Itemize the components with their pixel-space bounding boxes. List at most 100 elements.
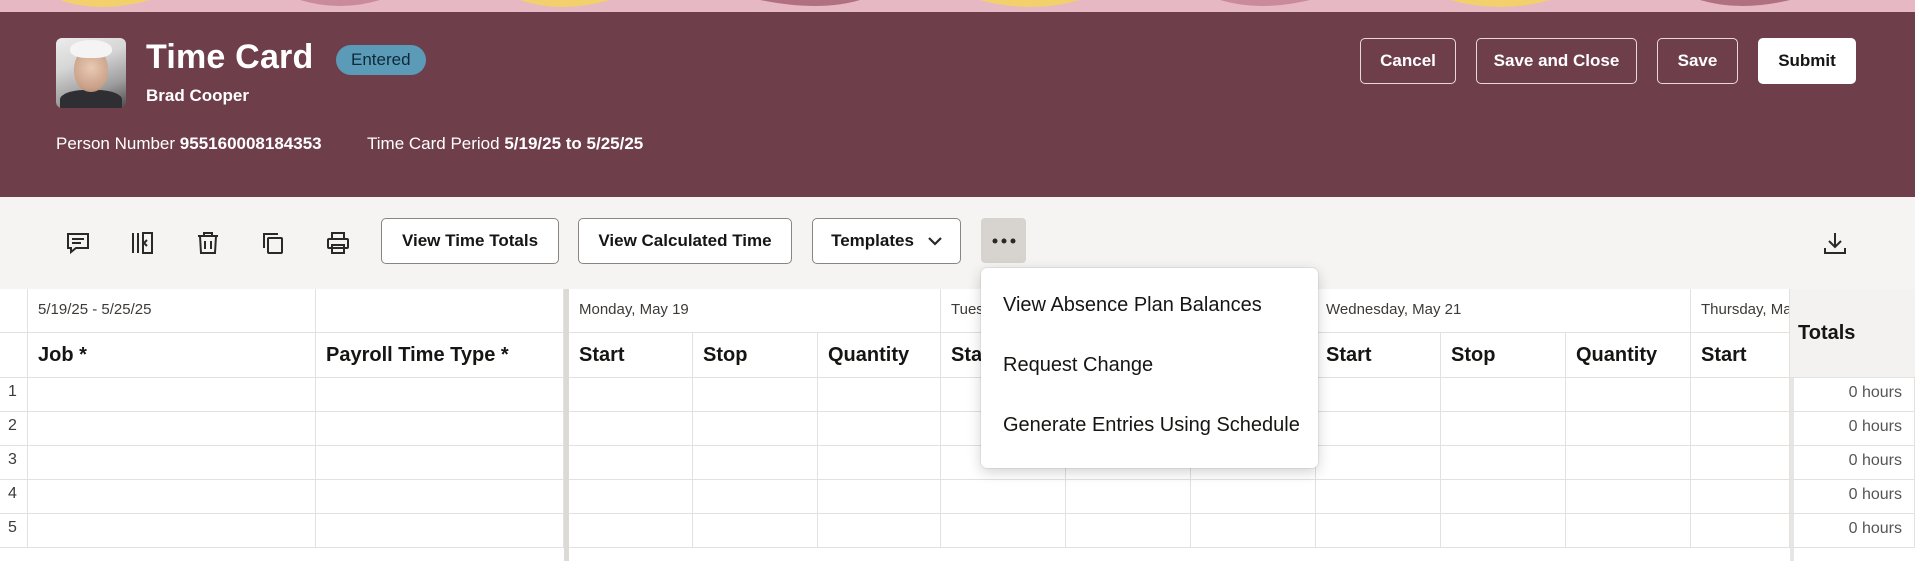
grid-cell[interactable] <box>569 514 693 548</box>
grid-cell[interactable] <box>818 514 941 548</box>
comment-icon[interactable] <box>58 222 98 264</box>
grid-cell[interactable] <box>28 446 316 480</box>
page-header: Time Card Entered Brad Cooper Person Num… <box>0 12 1915 197</box>
row-number: 1 <box>0 378 28 412</box>
grid-cell[interactable] <box>1066 480 1191 514</box>
person-number-value: 955160008184353 <box>179 134 322 153</box>
header-decoration <box>0 0 1915 12</box>
totals-column-header: Totals <box>1790 289 1915 378</box>
grid-cell[interactable] <box>569 378 693 412</box>
avatar <box>56 38 126 108</box>
grid-cell[interactable] <box>818 480 941 514</box>
time-entry-grid: 5/19/25 - 5/25/25 Monday, May 19 Tues We… <box>0 289 1915 561</box>
grid-cell[interactable] <box>1316 378 1441 412</box>
time-card-period: Time Card Period 5/19/25 to 5/25/25 <box>367 134 643 154</box>
day-header-thursday: Thursday, Ma <box>1691 289 1790 333</box>
grid-cell[interactable] <box>1191 514 1316 548</box>
page-title: Time Card <box>146 38 314 76</box>
save-and-close-button[interactable]: Save and Close <box>1476 38 1637 84</box>
row-number: 5 <box>0 514 28 548</box>
row-total: 0 hours <box>1790 378 1915 412</box>
view-calculated-time-button[interactable]: View Calculated Time <box>578 218 792 264</box>
grid-cell[interactable] <box>1691 446 1790 480</box>
grid-cell[interactable] <box>569 412 693 446</box>
view-time-totals-button[interactable]: View Time Totals <box>381 218 559 264</box>
grid-cell[interactable] <box>316 446 564 480</box>
person-name: Brad Cooper <box>146 86 249 105</box>
period-label: Time Card Period <box>367 134 500 153</box>
insert-column-icon[interactable] <box>123 222 163 264</box>
grid-cell[interactable] <box>1691 412 1790 446</box>
print-icon[interactable] <box>318 222 358 264</box>
grid-cell[interactable] <box>1316 480 1441 514</box>
menu-item-generate-entries-using-schedule[interactable]: Generate Entries Using Schedule <box>1003 414 1300 437</box>
row-number: 3 <box>0 446 28 480</box>
grid-cell[interactable] <box>693 514 818 548</box>
grid-cell[interactable] <box>1191 480 1316 514</box>
download-icon[interactable] <box>1815 222 1855 264</box>
grid-cell[interactable] <box>1441 480 1566 514</box>
wednesday-start-header[interactable]: Start <box>1316 333 1441 378</box>
grid-cell[interactable] <box>818 378 941 412</box>
grid-cell[interactable] <box>316 480 564 514</box>
monday-start-header[interactable]: Start <box>569 333 693 378</box>
grid-cell[interactable] <box>28 412 316 446</box>
monday-quantity-header[interactable]: Quantity <box>818 333 941 378</box>
row-total: 0 hours <box>1790 446 1915 480</box>
job-column-header[interactable]: Job * <box>28 333 316 378</box>
wednesday-quantity-header[interactable]: Quantity <box>1566 333 1691 378</box>
grid-cell[interactable] <box>1316 446 1441 480</box>
grid-cell[interactable] <box>818 446 941 480</box>
grid-cell[interactable] <box>28 514 316 548</box>
grid-cell[interactable] <box>316 514 564 548</box>
grid-cell[interactable] <box>1566 412 1691 446</box>
grid-cell[interactable] <box>28 378 316 412</box>
grid-cell[interactable] <box>1566 514 1691 548</box>
grid-cell[interactable] <box>1441 446 1566 480</box>
grid-cell[interactable] <box>1316 412 1441 446</box>
grid-cell[interactable] <box>1566 446 1691 480</box>
delete-row-icon[interactable] <box>188 222 228 264</box>
toolbar: View Time Totals View Calculated Time Te… <box>0 197 1915 289</box>
save-button[interactable]: Save <box>1657 38 1738 84</box>
grid-cell[interactable] <box>693 378 818 412</box>
grid-cell[interactable] <box>569 446 693 480</box>
grid-cell[interactable] <box>693 412 818 446</box>
wednesday-stop-header[interactable]: Stop <box>1441 333 1566 378</box>
templates-dropdown[interactable]: Templates <box>812 218 961 264</box>
more-icon[interactable] <box>981 218 1026 263</box>
person-number: Person Number 955160008184353 <box>56 134 322 154</box>
grid-cell[interactable] <box>1691 378 1790 412</box>
grid-cell[interactable] <box>1441 378 1566 412</box>
grid-cell[interactable] <box>316 378 564 412</box>
grid-cell[interactable] <box>1566 378 1691 412</box>
day-header-monday: Monday, May 19 <box>569 289 941 333</box>
menu-item-request-change[interactable]: Request Change <box>1003 354 1153 377</box>
grid-cell[interactable] <box>693 446 818 480</box>
copy-icon[interactable] <box>253 222 293 264</box>
grid-cell[interactable] <box>1441 514 1566 548</box>
grid-cell[interactable] <box>28 480 316 514</box>
row-total: 0 hours <box>1790 514 1915 548</box>
payroll-time-type-column-header[interactable]: Payroll Time Type * <box>316 333 564 378</box>
monday-stop-header[interactable]: Stop <box>693 333 818 378</box>
row-number: 2 <box>0 412 28 446</box>
status-badge: Entered <box>336 45 426 75</box>
grid-cell[interactable] <box>1566 480 1691 514</box>
grid-cell[interactable] <box>316 412 564 446</box>
grid-cell[interactable] <box>1316 514 1441 548</box>
menu-item-view-absence-plan-balances[interactable]: View Absence Plan Balances <box>1003 294 1262 317</box>
grid-cell[interactable] <box>941 514 1066 548</box>
grid-cell[interactable] <box>1066 514 1191 548</box>
grid-cell[interactable] <box>818 412 941 446</box>
grid-cell[interactable] <box>1691 514 1790 548</box>
submit-button[interactable]: Submit <box>1758 38 1856 84</box>
cancel-button[interactable]: Cancel <box>1360 38 1456 84</box>
grid-cell[interactable] <box>1441 412 1566 446</box>
grid-cell[interactable] <box>941 480 1066 514</box>
grid-cell[interactable] <box>1691 480 1790 514</box>
grid-cell[interactable] <box>693 480 818 514</box>
grid-cell[interactable] <box>569 480 693 514</box>
thursday-start-header[interactable]: Start <box>1691 333 1790 378</box>
row-number: 4 <box>0 480 28 514</box>
